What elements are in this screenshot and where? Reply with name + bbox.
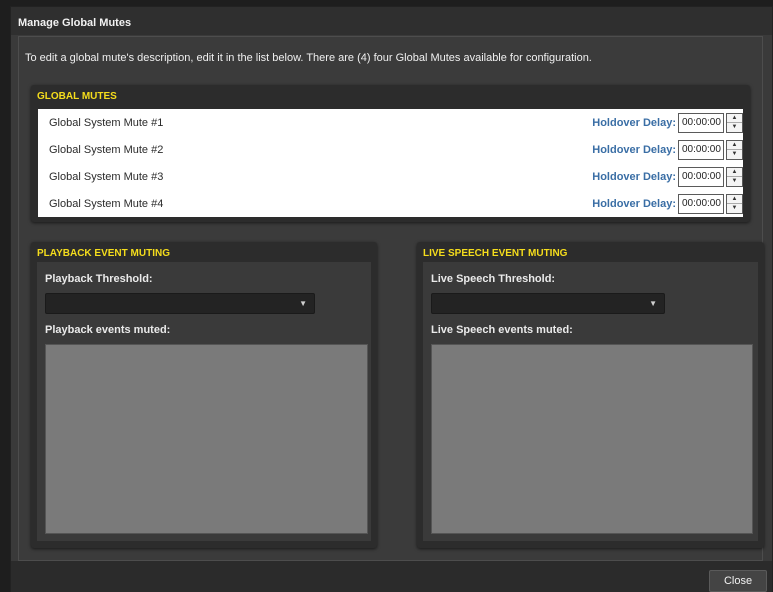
- playback-events-muted-label: Playback events muted:: [45, 324, 171, 336]
- spin-down-icon[interactable]: ▼: [727, 150, 742, 159]
- holdover-delay-input[interactable]: 00:00:00: [678, 167, 724, 187]
- spin-down-icon[interactable]: ▼: [727, 204, 742, 213]
- close-button[interactable]: Close: [709, 570, 767, 592]
- live-speech-threshold-label: Live Speech Threshold:: [431, 273, 556, 285]
- spin-up-icon[interactable]: ▲: [727, 114, 742, 123]
- global-mute-row[interactable]: Global System Mute #1 Holdover Delay: 00…: [38, 110, 743, 136]
- global-mutes-title: GLOBAL MUTES: [37, 91, 117, 102]
- live-speech-pane: Live Speech Threshold: ▼ Live Speech eve…: [423, 262, 758, 541]
- global-mutes-group: GLOBAL MUTES Global System Mute #1 Holdo…: [31, 85, 750, 222]
- playback-event-muting-title: PLAYBACK EVENT MUTING: [37, 248, 170, 259]
- holdover-delay-label: Holdover Delay:: [592, 198, 676, 210]
- global-mute-row[interactable]: Global System Mute #4 Holdover Delay: 00…: [38, 191, 743, 217]
- spin-down-icon[interactable]: ▼: [727, 123, 742, 132]
- global-mute-name[interactable]: Global System Mute #4: [49, 198, 163, 210]
- manage-global-mutes-dialog: Manage Global Mutes To edit a global mut…: [10, 6, 773, 592]
- playback-threshold-label: Playback Threshold:: [45, 273, 153, 285]
- holdover-delay-input[interactable]: 00:00:00: [678, 140, 724, 160]
- playback-threshold-select[interactable]: ▼: [45, 293, 315, 314]
- holdover-delay-spinner: ▲ ▼: [726, 167, 743, 187]
- spin-down-icon[interactable]: ▼: [727, 177, 742, 186]
- global-mute-name[interactable]: Global System Mute #3: [49, 171, 163, 183]
- chevron-down-icon[interactable]: ▼: [299, 299, 307, 308]
- spin-up-icon[interactable]: ▲: [727, 168, 742, 177]
- global-mute-row[interactable]: Global System Mute #2 Holdover Delay: 00…: [38, 137, 743, 163]
- holdover-delay-spinner: ▲ ▼: [726, 194, 743, 214]
- holdover-delay-label: Holdover Delay:: [592, 144, 676, 156]
- intro-text: To edit a global mute's description, edi…: [25, 52, 592, 64]
- holdover-delay-label: Holdover Delay:: [592, 171, 676, 183]
- dialog-footer: Close: [11, 561, 772, 592]
- holdover-delay-spinner: ▲ ▼: [726, 113, 743, 133]
- global-mutes-list: Global System Mute #1 Holdover Delay: 00…: [38, 109, 743, 217]
- spin-up-icon[interactable]: ▲: [727, 141, 742, 150]
- chevron-down-icon[interactable]: ▼: [649, 299, 657, 308]
- global-mute-name[interactable]: Global System Mute #1: [49, 117, 163, 129]
- global-mute-name[interactable]: Global System Mute #2: [49, 144, 163, 156]
- live-speech-event-muting-group: LIVE SPEECH EVENT MUTING Live Speech Thr…: [417, 242, 764, 548]
- spin-up-icon[interactable]: ▲: [727, 195, 742, 204]
- global-mute-row[interactable]: Global System Mute #3 Holdover Delay: 00…: [38, 164, 743, 190]
- holdover-delay-input[interactable]: 00:00:00: [678, 194, 724, 214]
- dialog-title: Manage Global Mutes: [11, 7, 772, 35]
- playback-pane: Playback Threshold: ▼ Playback events mu…: [37, 262, 371, 541]
- dialog-content: To edit a global mute's description, edi…: [18, 36, 764, 561]
- holdover-delay-spinner: ▲ ▼: [726, 140, 743, 160]
- holdover-delay-label: Holdover Delay:: [592, 117, 676, 129]
- playback-events-list[interactable]: [45, 344, 368, 534]
- live-speech-event-muting-title: LIVE SPEECH EVENT MUTING: [423, 248, 568, 259]
- holdover-delay-input[interactable]: 00:00:00: [678, 113, 724, 133]
- playback-event-muting-group: PLAYBACK EVENT MUTING Playback Threshold…: [31, 242, 377, 548]
- live-speech-threshold-select[interactable]: ▼: [431, 293, 665, 314]
- live-speech-events-list[interactable]: [431, 344, 753, 534]
- live-speech-events-muted-label: Live Speech events muted:: [431, 324, 573, 336]
